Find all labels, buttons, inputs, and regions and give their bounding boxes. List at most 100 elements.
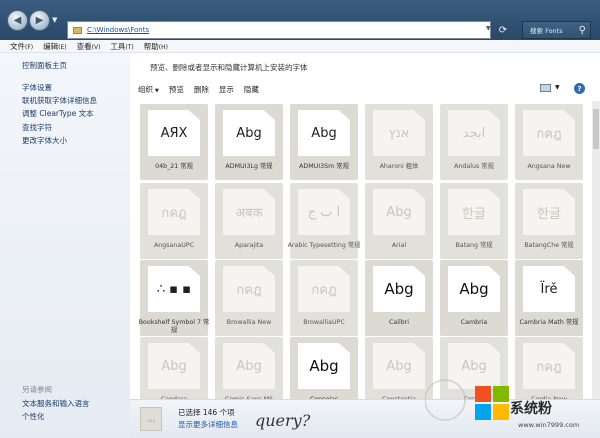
scrollbar-thumb[interactable] [593, 109, 599, 149]
back-button[interactable]: ◀ [7, 10, 28, 31]
font-name: BatangChe 常规 [524, 242, 574, 249]
menu-item-accelerator: (H) [158, 43, 168, 51]
font-tile[interactable]: AbgConstantia [365, 337, 433, 399]
font-name: Aparajita [234, 242, 264, 249]
fonts-control-panel-window: ◀ ▶ ▼ C:\Windows\Fonts ▼ ⟳ 搜索 Fonts ⚲ 文件… [0, 0, 600, 438]
font-name: Browallia New [226, 319, 272, 326]
font-tile[interactable]: กคฎ BrowalliaUPC [290, 260, 358, 336]
refresh-icon: ⟳ [498, 24, 508, 36]
online-font-info-link[interactable]: 联机获取字体详细信息 [22, 95, 97, 106]
font-sample: กคฎ [236, 282, 262, 298]
font-tile[interactable]: ΑЯΧ 04b_21 常规 [140, 104, 208, 180]
organize-caret-icon: ▼ [155, 88, 159, 94]
font-tile[interactable]: 한글 BatangChe 常规 [515, 183, 583, 259]
address-field[interactable]: C:\Windows\Fonts [67, 21, 491, 39]
font-sample: กคฎ [536, 126, 562, 142]
font-name: Aharoni 粗体 [379, 163, 419, 170]
selected-count: 已选择 146 个项 [178, 408, 235, 417]
menu-bar: 文件(F) 编辑(E) 查看(V) 工具(T) 帮助(H) [0, 40, 600, 53]
recent-pages-dropdown-icon[interactable]: ▼ [52, 16, 57, 24]
menu-item[interactable]: 文件(F) [10, 41, 33, 52]
personalization-link[interactable]: 个性化 [22, 411, 45, 422]
text-services-link[interactable]: 文本服务和输入语言 [22, 398, 90, 409]
menu-item[interactable]: 工具(T) [110, 41, 133, 52]
see-also-heading: 另请参阅 [22, 385, 52, 394]
control-panel-home-link[interactable]: 控制面板主页 [22, 60, 67, 71]
search-placeholder: 搜索 Fonts [530, 27, 563, 35]
font-tile[interactable]: Ïrě Cambria Math 常规 [515, 260, 583, 336]
font-sample: กคฎ [536, 359, 562, 375]
font-grid: ΑЯΧ 04b_21 常规 Abg ADMUI3Lg 常规 Abg ADMUI3Sm 常规… [130, 101, 593, 399]
search-icon[interactable]: ⚲ [579, 25, 586, 36]
font-sample: 한글 [462, 206, 486, 222]
view-options-icon[interactable] [540, 84, 551, 92]
font-tile[interactable]: אנץ Aharoni 粗体 [365, 104, 433, 180]
cleartype-link[interactable]: 调整 ClearType 文本 [22, 108, 94, 119]
forward-arrow-icon: ▶ [35, 14, 44, 26]
menu-item-label: 帮助 [143, 41, 159, 51]
font-name: AngsanaUPC [153, 242, 195, 249]
menu-item-accelerator: (F) [25, 43, 34, 51]
font-tile[interactable]: AbgComic Sans MS [215, 337, 283, 399]
refresh-button[interactable]: ⟳ [495, 21, 511, 39]
vertical-scrollbar[interactable] [592, 101, 600, 399]
font-name: Arabic Typesetting 常规 [287, 242, 361, 249]
font-tile[interactable]: Abg Calibri [365, 260, 433, 336]
menu-item[interactable]: 帮助(H) [144, 41, 168, 52]
help-icon[interactable]: ? [574, 83, 585, 94]
font-tile[interactable]: Abg Cambria [440, 260, 508, 336]
font-sample: กคฎ [311, 282, 337, 298]
selection-thumbnail: กคฎ [140, 407, 162, 431]
address-path[interactable]: C:\Windows\Fonts [87, 26, 149, 34]
show-more-details-link[interactable]: 显示更多详细信息 [178, 419, 238, 430]
address-dropdown-icon[interactable]: ▼ [486, 25, 491, 32]
font-name: Cambria Math 常规 [519, 319, 579, 326]
font-name: Batang 常规 [455, 242, 493, 249]
font-tile[interactable]: ∴ ▪ ▪ Bookshelf Symbol 7 常规 [139, 260, 209, 336]
menu-item-label: 文件 [10, 41, 25, 51]
menu-item[interactable]: 查看(V) [77, 41, 101, 52]
forward-button[interactable]: ▶ [29, 10, 50, 31]
font-tile[interactable]: กคฎCordia New [515, 337, 583, 399]
view-dropdown-icon[interactable]: ▼ [555, 84, 560, 91]
main-pane: 预览、删除或者显示和隐藏计算机上安装的字体 组织 ▼ 预览 删除 显示 隐藏 ▼ … [130, 53, 600, 438]
font-sample: Abg [161, 358, 187, 374]
font-tile[interactable]: ا ب ج Arabic Typesetting 常规 [288, 183, 360, 259]
organize-label: 组织 [138, 85, 153, 94]
show-button[interactable]: 显示 [219, 84, 234, 95]
find-character-link[interactable]: 查找字符 [22, 122, 52, 133]
preview-button[interactable]: 预览 [169, 84, 184, 95]
font-name: Cambria [460, 319, 488, 326]
hide-button[interactable]: 隐藏 [244, 84, 259, 95]
change-font-size-link[interactable]: 更改字体大小 [22, 135, 67, 146]
font-tile[interactable]: Abg ADMUI3Lg 常规 [215, 104, 283, 180]
font-sample: अबक [235, 206, 263, 221]
task-pane: 控制面板主页 字体设置 联机获取字体详细信息 调整 ClearType 文本 查… [0, 53, 130, 438]
font-tile[interactable]: ابجد Andalus 常规 [440, 104, 508, 180]
font-tile[interactable]: Abg Arial [365, 183, 433, 259]
back-arrow-icon: ◀ [13, 14, 22, 26]
font-tile[interactable]: अबक Aparajita [215, 183, 283, 259]
handwriting-text: query? [255, 411, 311, 430]
menu-item-accelerator: (E) [58, 43, 67, 51]
handwriting-overlay: query? [255, 411, 311, 430]
menu-item[interactable]: 编辑(E) [43, 41, 66, 52]
search-input[interactable]: 搜索 Fonts ⚲ [522, 21, 591, 39]
menu-item-label: 查看 [76, 41, 92, 51]
font-name: BrowalliaUPC [303, 319, 345, 326]
font-tile[interactable]: 한글 Batang 常规 [440, 183, 508, 259]
font-sample: Abg [311, 125, 337, 141]
font-tile[interactable]: AbgCandara [140, 337, 208, 399]
font-tile[interactable]: Abg ADMUI3Sm 常规 [290, 104, 358, 180]
menu-item-label: 工具 [110, 41, 126, 51]
font-tile[interactable]: กคฎ Browallia New [215, 260, 283, 336]
font-tile[interactable]: กคฎ AngsanaUPC [140, 183, 208, 259]
organize-button[interactable]: 组织 ▼ [138, 84, 159, 95]
menu-item-accelerator: (V) [91, 43, 101, 51]
delete-button[interactable]: 删除 [194, 84, 209, 95]
font-tile[interactable]: กคฎ Angsana New [515, 104, 583, 180]
font-sample: Abg [236, 125, 262, 141]
font-tile[interactable]: AbgConsolas [290, 337, 358, 399]
font-settings-link[interactable]: 字体设置 [22, 82, 52, 93]
watermark-logo [425, 379, 509, 421]
